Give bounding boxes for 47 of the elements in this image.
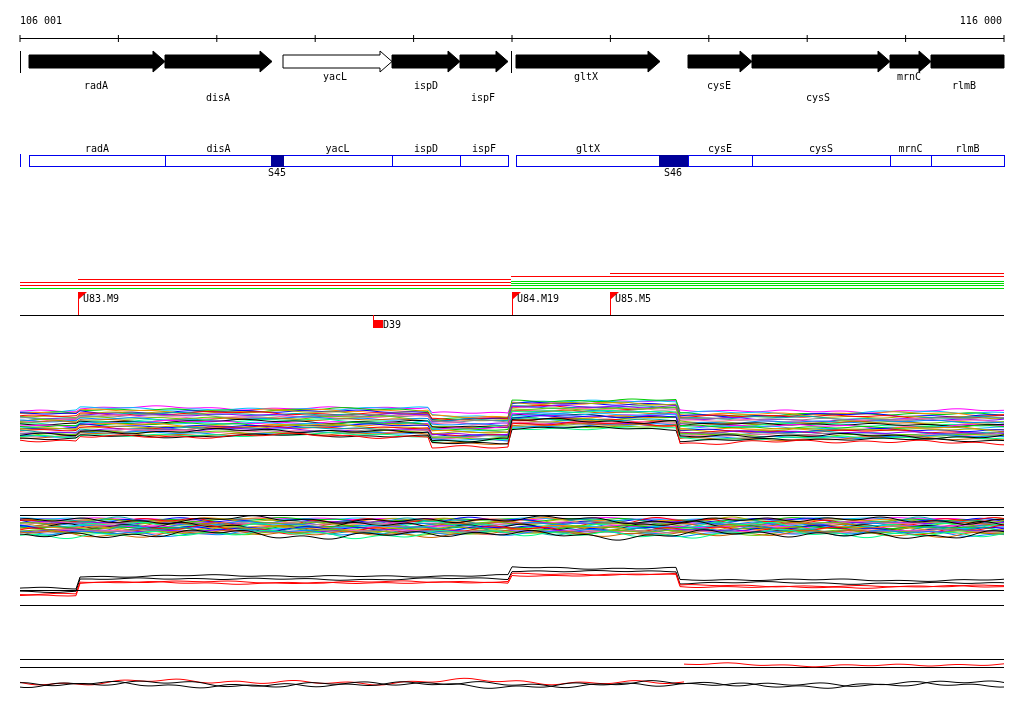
gene-box-label: rlmB — [955, 143, 980, 154]
gene-box[interactable] — [688, 155, 753, 167]
site-label: S46 — [663, 167, 683, 178]
gene-box[interactable] — [392, 155, 461, 167]
gene-box[interactable] — [165, 155, 273, 167]
gene-box-label: radA — [84, 143, 110, 154]
gene-box[interactable] — [931, 155, 1005, 167]
gene-label: disA — [205, 92, 231, 103]
gene-box-label: disA — [206, 143, 231, 154]
gene-box-label: gltX — [575, 143, 601, 154]
gene-arrow-icon[interactable] — [515, 50, 661, 73]
gene-box-label: ispD — [413, 143, 439, 154]
axis-end-label: 116 000 — [959, 15, 1002, 26]
marker-label: U84.M19 — [517, 293, 560, 304]
gene-box[interactable] — [752, 155, 891, 167]
gene-box[interactable] — [890, 155, 932, 167]
gene-box-label: cysS — [808, 143, 834, 154]
gene-box-label: cysE — [707, 143, 733, 154]
gene-box[interactable] — [460, 155, 509, 167]
gene-label: cysS — [805, 92, 831, 103]
gene-label: ispD — [413, 80, 439, 91]
gene-arrow-icon[interactable] — [889, 50, 932, 73]
gene-label: ispF — [470, 92, 496, 103]
deletion-marker-icon[interactable] — [373, 314, 383, 328]
site-label: S45 — [267, 167, 287, 178]
gene-box-label: ispF — [471, 143, 497, 154]
axis-start-label: 106 001 — [20, 15, 63, 26]
deletion-label: D39 — [383, 319, 402, 330]
gene-box[interactable] — [283, 155, 393, 167]
gene-label: gltX — [573, 71, 599, 82]
gene-label: rlmB — [951, 80, 977, 91]
marker-label: U85.M5 — [615, 293, 652, 304]
gene-box[interactable] — [516, 155, 661, 167]
gene-label: cysE — [706, 80, 732, 91]
gene-arrow-icon[interactable] — [751, 50, 891, 73]
gene-arrow-icon[interactable] — [391, 50, 461, 73]
gene-label: radA — [83, 80, 109, 91]
gene-box-label: mrnC — [898, 143, 923, 154]
gene-label: yacL — [322, 71, 348, 82]
marker-label: U83.M9 — [83, 293, 120, 304]
gene-box-label: yacL — [325, 143, 350, 154]
gene-label: mrnC — [896, 71, 922, 82]
gene-arrow-icon[interactable] — [459, 50, 509, 73]
gene-box[interactable] — [29, 155, 166, 167]
gene-arrow-icon[interactable] — [164, 50, 273, 73]
gene-arrow-icon[interactable] — [687, 50, 753, 73]
gene-arrow-icon[interactable] — [28, 50, 166, 73]
